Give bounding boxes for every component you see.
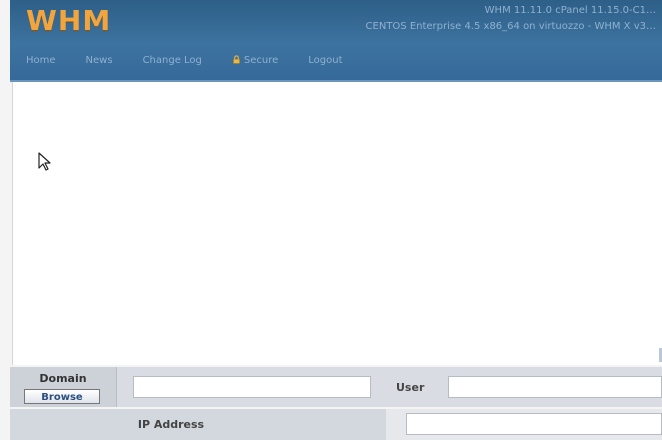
nav-change-log[interactable]: Change Log	[143, 55, 202, 66]
top-header: WHM WHM 11.11.0 cPanel 11.15.0-C1… CENTO…	[10, 0, 662, 82]
mouse-pointer-icon	[38, 152, 51, 171]
user-input[interactable]	[448, 376, 662, 398]
nav-home[interactable]: Home	[26, 55, 56, 66]
nav-bar: Home News Change Log Secure Logout	[26, 55, 343, 66]
user-label: User	[396, 381, 425, 394]
browse-button[interactable]: Browse	[24, 389, 100, 404]
main-content-area	[12, 82, 662, 365]
lock-icon	[232, 55, 240, 64]
domain-cell: Domain Browse	[10, 367, 117, 407]
ip-address-input[interactable]	[406, 413, 662, 435]
nav-news[interactable]: News	[86, 55, 113, 66]
domain-user-row: Domain Browse User	[10, 367, 662, 407]
ip-cell: IP Address	[10, 409, 386, 440]
whm-logo[interactable]: WHM	[26, 4, 111, 37]
version-info: WHM 11.11.0 cPanel 11.15.0-C1…	[484, 5, 656, 16]
ip-row: IP Address	[10, 409, 662, 440]
ip-address-label: IP Address	[137, 418, 205, 431]
system-info: CENTOS Enterprise 4.5 x86_64 on virtuozz…	[365, 21, 656, 32]
domain-input[interactable]	[133, 376, 371, 398]
domain-label: Domain	[39, 372, 87, 385]
nav-logout[interactable]: Logout	[308, 55, 342, 66]
nav-secure-label: Secure	[243, 55, 279, 66]
nav-secure[interactable]: Secure	[232, 55, 278, 66]
